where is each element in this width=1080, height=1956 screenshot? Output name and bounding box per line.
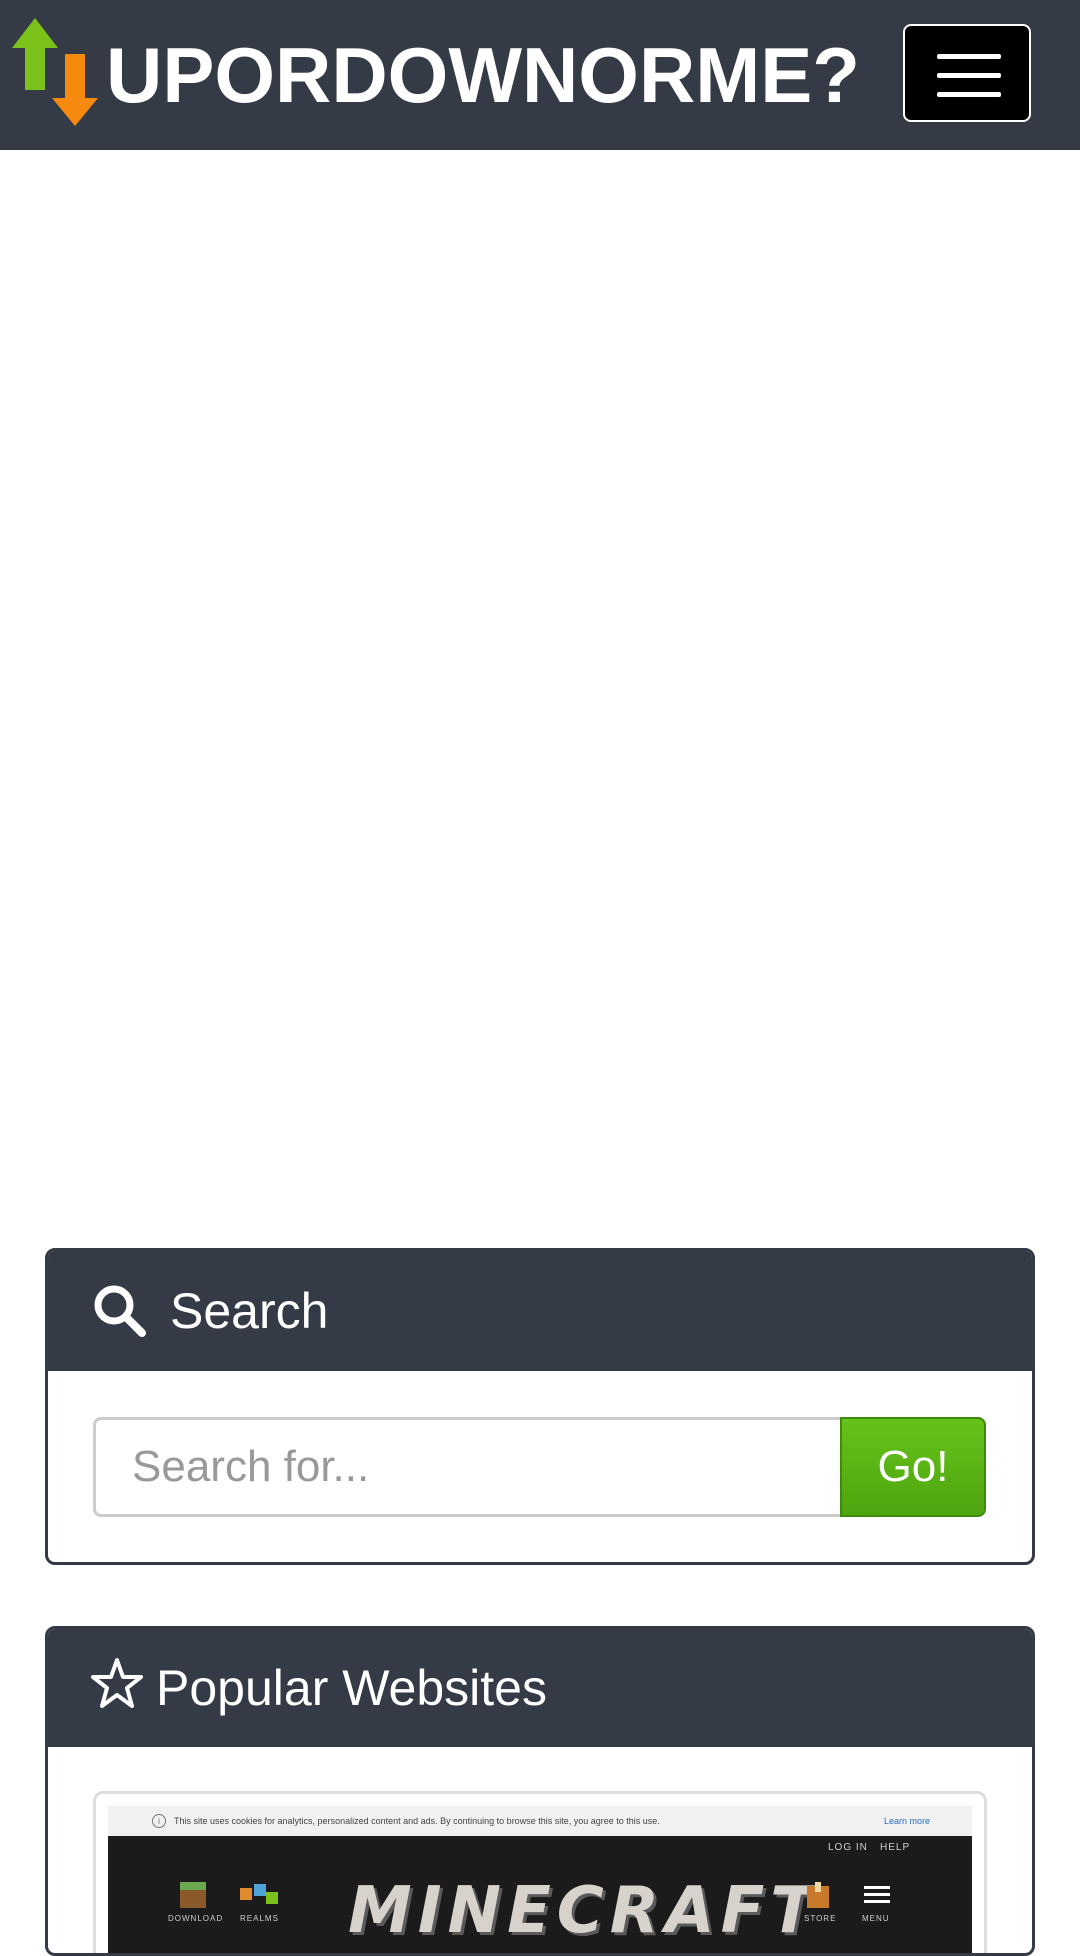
website-thumbnail[interactable]: i This site uses cookies for analytics, … bbox=[93, 1791, 987, 1953]
help-link: HELP bbox=[880, 1842, 911, 1853]
search-icon bbox=[94, 1285, 146, 1337]
nav-menu-label: MENU bbox=[862, 1914, 890, 1923]
cookie-bar: i This site uses cookies for analytics, … bbox=[108, 1806, 972, 1836]
grass-block-icon bbox=[180, 1882, 206, 1908]
nav-realms-label: REALMS bbox=[240, 1914, 279, 1923]
top-navbar: UPORDOWNORME? bbox=[0, 0, 1080, 150]
minecraft-logo: MINECRAFT bbox=[348, 1874, 820, 1948]
popular-card-header: Popular Websites bbox=[48, 1629, 1032, 1747]
search-card-title: Search bbox=[170, 1283, 329, 1339]
cookie-text: This site uses cookies for analytics, pe… bbox=[174, 1816, 660, 1826]
search-input[interactable] bbox=[93, 1417, 843, 1517]
star-icon bbox=[91, 1658, 143, 1708]
ad-placeholder bbox=[0, 150, 1080, 1250]
site-brand[interactable]: UPORDOWNORME? bbox=[106, 20, 860, 130]
popular-websites-card: Popular Websites i This site uses cookie… bbox=[45, 1626, 1035, 1956]
cookie-learn-more-link: Learn more bbox=[884, 1816, 931, 1826]
thumbnail-screenshot: i This site uses cookies for analytics, … bbox=[108, 1806, 972, 1953]
menu-icon bbox=[864, 1886, 890, 1903]
up-down-arrows-icon[interactable] bbox=[10, 18, 98, 128]
login-link: LOG IN bbox=[828, 1842, 868, 1853]
realms-icon bbox=[240, 1884, 278, 1904]
go-button[interactable]: Go! bbox=[840, 1417, 986, 1517]
nav-store-label: STORE bbox=[804, 1914, 837, 1923]
search-card: Search Go! bbox=[45, 1248, 1035, 1565]
popular-card-title: Popular Websites bbox=[156, 1660, 547, 1716]
menu-toggle-button[interactable] bbox=[903, 24, 1031, 122]
info-icon: i bbox=[152, 1814, 166, 1828]
search-card-header: Search bbox=[48, 1251, 1032, 1371]
store-icon bbox=[807, 1882, 829, 1908]
hamburger-icon bbox=[937, 54, 1001, 59]
nav-download-label: DOWNLOAD bbox=[168, 1914, 224, 1923]
